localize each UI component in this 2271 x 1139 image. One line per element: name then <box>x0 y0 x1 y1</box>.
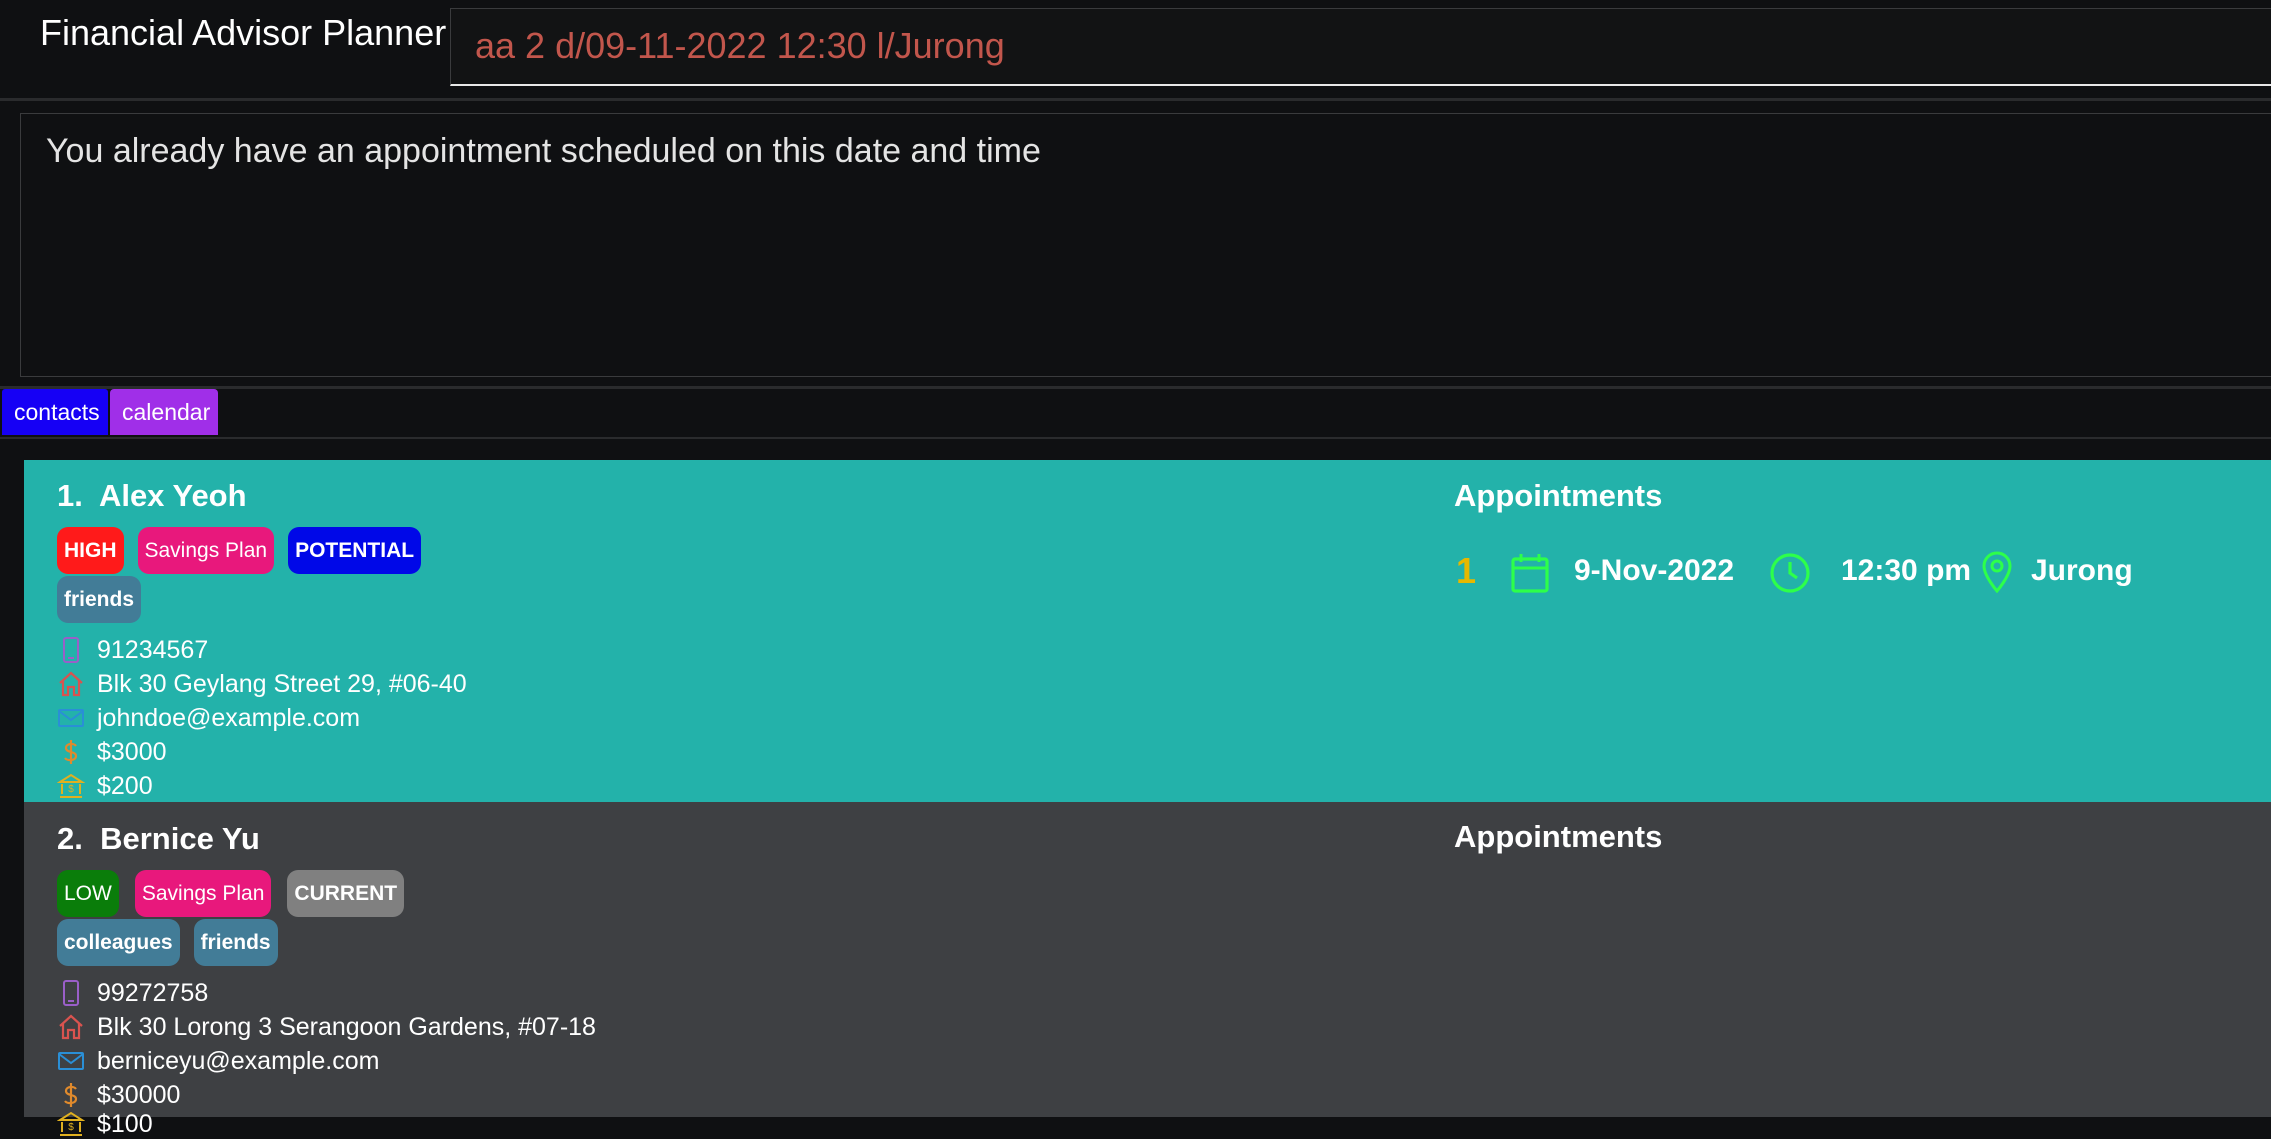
email-icon <box>58 709 84 727</box>
location-pin-icon <box>1982 551 2012 593</box>
tag-friends: friends <box>193 919 278 966</box>
contact-name-text: Bernice Yu <box>100 821 260 856</box>
phone-row: 91234567 <box>57 635 208 665</box>
appointment-index: 1 <box>1456 550 1477 591</box>
appointments-title: Appointments <box>1454 478 1663 513</box>
email-value: johndoe@example.com <box>97 703 361 732</box>
dollar-icon <box>64 1083 78 1107</box>
appointment-time: 12:30 pm <box>1841 554 1972 587</box>
contact-name: 2. Bernice Yu <box>57 821 260 857</box>
svg-text:$: $ <box>68 1122 74 1133</box>
address-row: Blk 30 Lorong 3 Serangoon Gardens, #07-1… <box>57 1012 596 1042</box>
tag-risk: LOW <box>57 870 119 917</box>
email-row: johndoe@example.com <box>57 703 360 733</box>
home-icon <box>59 1014 83 1040</box>
income-value: $30000 <box>97 1080 181 1109</box>
home-icon <box>59 671 83 697</box>
tag-client-type: CURRENT <box>287 870 405 917</box>
contact-index: 2. <box>57 821 83 856</box>
appointments-title: Appointments <box>1454 819 1663 854</box>
clock-icon <box>1770 553 1810 593</box>
command-input[interactable]: aa 2 d/09-11-2022 12:30 l/Jurong <box>450 8 2271 86</box>
command-input-value: aa 2 d/09-11-2022 12:30 l/Jurong <box>475 25 1005 66</box>
dollar-icon <box>64 740 78 764</box>
bank-icon: $ <box>57 1111 85 1136</box>
email-value: berniceyu@example.com <box>97 1046 380 1075</box>
contact-name: 1. Alex Yeoh <box>57 478 247 514</box>
contact-index: 1. <box>57 478 83 513</box>
divider <box>0 98 2271 101</box>
address-row: Blk 30 Geylang Street 29, #06-40 <box>57 669 467 699</box>
tag-row: HIGH Savings Plan POTENTIAL <box>57 527 422 574</box>
monthly-value: $200 <box>97 771 153 800</box>
tab-contacts[interactable]: contacts <box>2 389 108 435</box>
contact-card-selected[interactable]: 1. Alex Yeoh HIGH Savings Plan POTENTIAL… <box>24 460 2271 802</box>
tag-row: friends <box>57 576 142 623</box>
tag-client-type: POTENTIAL <box>288 527 422 574</box>
tag-plan: Savings Plan <box>134 870 272 917</box>
tag-row: LOW Savings Plan CURRENT <box>57 870 405 917</box>
contact-card[interactable]: 2. Bernice Yu LOW Savings Plan CURRENT c… <box>24 802 2271 1138</box>
bank-icon: $ <box>57 773 85 798</box>
tag-risk: HIGH <box>57 527 124 574</box>
income-value: $3000 <box>97 737 167 766</box>
tag-plan: Savings Plan <box>137 527 275 574</box>
app-title: Financial Advisor Planner <box>40 12 447 53</box>
appointment-item[interactable]: 1 9-Nov-2022 12:30 pm Jurong <box>1454 548 2254 596</box>
monthly-value: $100 <box>97 1109 153 1138</box>
divider <box>0 437 2271 439</box>
phone-icon <box>63 637 79 663</box>
email-row: berniceyu@example.com <box>57 1046 379 1076</box>
email-icon <box>58 1052 84 1070</box>
address-value: Blk 30 Lorong 3 Serangoon Gardens, #07-1… <box>97 1012 596 1041</box>
appointment-location: Jurong <box>2031 554 2133 587</box>
top-bar: Financial Advisor Planner aa 2 d/09-11-2… <box>0 0 2271 98</box>
appointment-date: 9-Nov-2022 <box>1574 554 1735 587</box>
address-value: Blk 30 Geylang Street 29, #06-40 <box>97 669 467 698</box>
phone-value: 91234567 <box>97 635 209 664</box>
contact-list: 1. Alex Yeoh HIGH Savings Plan POTENTIAL… <box>0 437 2271 1138</box>
monthly-row: $ $200 <box>57 771 153 801</box>
contact-name-text: Alex Yeoh <box>98 478 247 513</box>
tag-friends: friends <box>57 576 142 623</box>
tag-colleagues: colleagues <box>57 919 180 966</box>
phone-row: 99272758 <box>57 978 208 1008</box>
income-row: $30000 <box>57 1080 180 1110</box>
phone-value: 99272758 <box>97 978 209 1007</box>
calendar-icon <box>1511 554 1549 593</box>
result-message: You already have an appointment schedule… <box>46 132 1041 170</box>
result-display: You already have an appointment schedule… <box>20 113 2271 377</box>
svg-text:$: $ <box>68 784 74 795</box>
tag-row: colleagues friends <box>57 919 278 966</box>
phone-icon <box>63 980 79 1006</box>
monthly-row: $ $100 <box>57 1109 153 1139</box>
income-row: $3000 <box>57 737 167 767</box>
tab-calendar[interactable]: calendar <box>110 389 218 435</box>
tab-bar: contacts calendar <box>0 389 2271 437</box>
